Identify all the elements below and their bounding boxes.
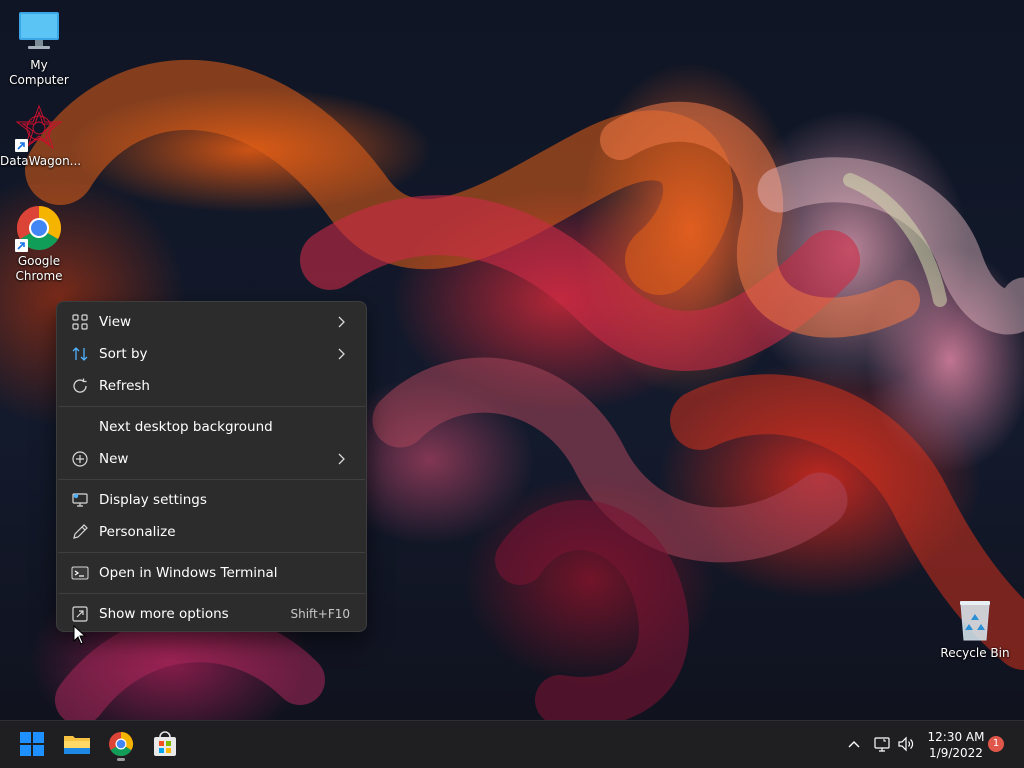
menu-item-label: Next desktop background xyxy=(99,419,273,435)
notification-badge[interactable]: 1 xyxy=(988,736,1004,752)
menu-item-sort-by[interactable]: Sort by xyxy=(61,339,362,369)
menu-item-label: Sort by xyxy=(99,346,148,362)
desktop-icon-datawagon[interactable]: DataWagon... xyxy=(0,104,82,169)
recycle-bin-icon xyxy=(951,596,999,644)
network-icon xyxy=(874,737,890,752)
desktop-icon-label: Recycle Bin xyxy=(940,646,1010,660)
chrome-icon xyxy=(15,204,63,252)
desktop-icon-label: Google Chrome xyxy=(15,254,63,283)
datawagon-icon xyxy=(15,104,63,152)
desktop-icon-recycle-bin[interactable]: Recycle Bin xyxy=(936,596,1014,661)
menu-separator xyxy=(58,479,365,480)
menu-item-label: Show more options xyxy=(99,606,229,622)
plus-circle-icon xyxy=(71,450,89,468)
chrome-icon xyxy=(109,732,134,757)
desktop-context-menu: View Sort by Refresh Next desktop backgr… xyxy=(56,301,367,632)
menu-item-display-settings[interactable]: Display settings xyxy=(61,485,362,515)
terminal-icon xyxy=(71,564,89,582)
chevron-right-icon xyxy=(332,345,350,363)
desktop-icon-my-computer[interactable]: My Computer xyxy=(0,8,78,88)
desktop-icon-google-chrome[interactable]: Google Chrome xyxy=(0,204,78,284)
menu-item-personalize[interactable]: Personalize xyxy=(61,517,362,547)
taskbar-file-explorer[interactable] xyxy=(61,728,93,760)
network-button[interactable] xyxy=(873,735,891,753)
menu-item-next-desktop-background[interactable]: Next desktop background xyxy=(61,412,362,442)
menu-item-label: Open in Windows Terminal xyxy=(99,565,278,581)
shortcut-arrow-icon xyxy=(15,139,28,152)
menu-item-label: Display settings xyxy=(99,492,207,508)
desktop-icon-label: My Computer xyxy=(9,58,69,87)
store-icon xyxy=(154,731,176,756)
menu-separator xyxy=(58,593,365,594)
sort-icon xyxy=(71,345,89,363)
taskbar-chrome[interactable] xyxy=(105,728,137,761)
monitor-icon xyxy=(15,8,63,56)
menu-item-view[interactable]: View xyxy=(61,307,362,337)
menu-item-label: Personalize xyxy=(99,524,176,540)
shortcut-arrow-icon xyxy=(15,239,28,252)
speaker-icon xyxy=(898,736,914,752)
desktop-icon-label: DataWagon... xyxy=(0,154,82,168)
mouse-cursor-icon xyxy=(73,624,87,645)
volume-button[interactable] xyxy=(897,735,915,753)
menu-item-refresh[interactable]: Refresh xyxy=(61,371,362,401)
pen-icon xyxy=(71,523,89,541)
menu-item-label: New xyxy=(99,451,129,467)
taskbar-microsoft-store[interactable] xyxy=(149,728,181,760)
menu-item-label: View xyxy=(99,314,132,330)
start-icon xyxy=(20,732,44,756)
clock-date: 1/9/2022 xyxy=(929,746,983,760)
clock[interactable]: 12:30 AM 1/9/2022 xyxy=(922,728,990,762)
keyboard-shortcut: Shift+F10 xyxy=(290,607,350,621)
menu-item-open-in-windows-terminal[interactable]: Open in Windows Terminal xyxy=(61,558,362,588)
chevron-up-icon xyxy=(848,741,860,748)
menu-item-label: Refresh xyxy=(99,378,150,394)
grid-icon xyxy=(71,313,89,331)
menu-separator xyxy=(58,552,365,553)
file-explorer-icon xyxy=(64,736,90,754)
menu-item-new[interactable]: New xyxy=(61,444,362,474)
refresh-icon xyxy=(71,377,89,395)
running-indicator xyxy=(117,758,125,761)
show-hidden-icons-button[interactable] xyxy=(845,735,863,753)
clock-time: 12:30 AM xyxy=(927,730,985,744)
menu-item-show-more-options[interactable]: Show more options Shift+F10 xyxy=(61,599,362,629)
chevron-right-icon xyxy=(332,450,350,468)
start-button[interactable] xyxy=(16,728,48,760)
more-options-icon xyxy=(71,605,89,623)
chevron-right-icon xyxy=(332,313,350,331)
display-settings-icon xyxy=(71,491,89,509)
menu-separator xyxy=(58,406,365,407)
